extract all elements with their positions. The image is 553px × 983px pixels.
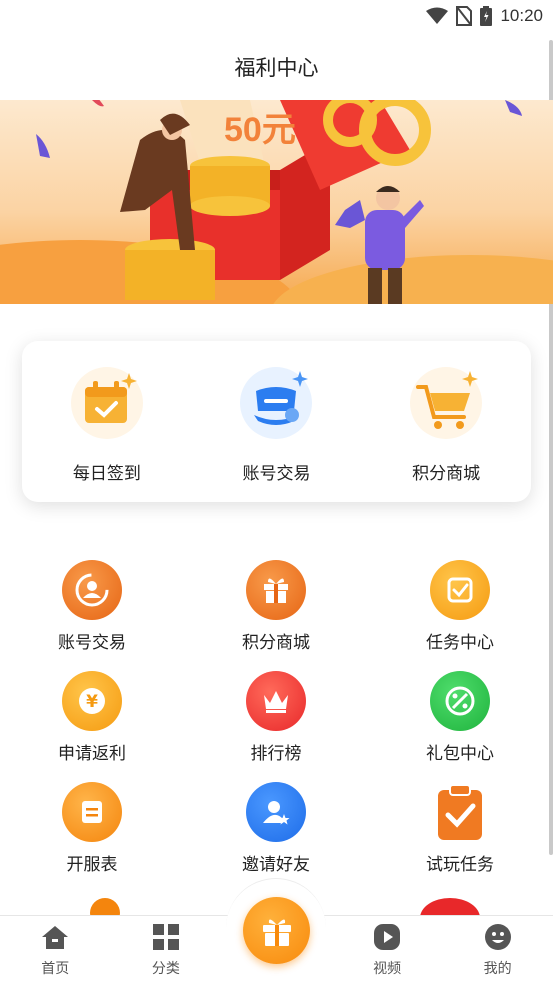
feature-label: 账号交易 — [242, 464, 311, 483]
server-list-icon — [62, 782, 122, 842]
grid-label: 邀请好友 — [242, 855, 310, 874]
grid-label: 积分商城 — [242, 633, 310, 652]
page-title: 福利中心 — [234, 57, 319, 80]
grid-label: 任务中心 — [426, 633, 494, 652]
gift-icon — [246, 560, 306, 620]
battery-icon — [480, 6, 493, 26]
header: 福利中心 — [0, 32, 553, 102]
category-grid-icon — [151, 922, 181, 952]
grid-item-invite-friends[interactable]: 邀请好友 — [184, 782, 368, 893]
status-time: 10:20 — [500, 6, 543, 25]
account-trade-icon — [238, 365, 314, 441]
grid-item-gift-center[interactable]: 礼包中心 — [368, 671, 552, 782]
feature-label: 积分商城 — [412, 464, 481, 483]
grid-item-points-mall[interactable]: 积分商城 — [184, 560, 368, 671]
grid-label: 礼包中心 — [426, 744, 494, 763]
feature-card: 每日签到 账号交易 积分商城 — [22, 341, 531, 502]
status-bar: 10:20 — [0, 0, 553, 32]
wifi-icon — [426, 7, 449, 24]
grid-label: 试玩任务 — [426, 855, 494, 874]
crown-icon — [246, 671, 306, 731]
tab-label: 首页 — [41, 960, 70, 976]
grid-label: 开服表 — [66, 855, 118, 874]
feature-points-mall[interactable]: 积分商城 — [371, 365, 521, 484]
feature-account-trade[interactable]: 账号交易 — [201, 365, 351, 484]
tab-category[interactable]: 分类 — [111, 916, 222, 983]
grid-row: ¥ 申请返利 排行榜 礼包中心 — [0, 671, 553, 782]
feature-label: 每日签到 — [72, 464, 141, 483]
coupon-icon — [430, 671, 490, 731]
tab-welfare-center[interactable] — [243, 897, 310, 964]
grid-item-apply-rebate[interactable]: ¥ 申请返利 — [0, 671, 184, 782]
grid-item-leaderboard[interactable]: 排行榜 — [184, 671, 368, 782]
grid-item-task-center[interactable]: 任务中心 — [368, 560, 552, 671]
clipboard-check-icon — [430, 782, 490, 842]
home-icon — [40, 922, 70, 952]
svg-text:¥: ¥ — [86, 692, 98, 712]
grid-item-trial-task[interactable]: 试玩任务 — [368, 782, 552, 893]
tab-label: 分类 — [151, 960, 180, 976]
yen-coin-icon: ¥ — [62, 671, 122, 731]
grid-label: 申请返利 — [58, 744, 126, 763]
grid-item-account-trade[interactable]: 账号交易 — [0, 560, 184, 671]
service-grid: 账号交易 积分商城 任务中心 ¥ 申请返利 排行榜 礼包中心 开服表 邀请好友 … — [0, 560, 553, 893]
tab-video[interactable]: 视频 — [332, 916, 443, 983]
tab-label: 我的 — [483, 960, 512, 976]
grid-item-server-list[interactable]: 开服表 — [0, 782, 184, 893]
no-sim-icon — [456, 6, 473, 26]
grid-label: 账号交易 — [58, 633, 126, 652]
calendar-check-icon — [69, 365, 145, 441]
grid-label: 排行榜 — [250, 744, 302, 763]
banner-amount: 50元 — [224, 111, 296, 149]
invite-user-icon — [246, 782, 306, 842]
video-play-icon — [372, 922, 402, 952]
tab-mine[interactable]: 我的 — [442, 916, 553, 983]
grid-row: 账号交易 积分商城 任务中心 — [0, 560, 553, 671]
shopping-cart-icon — [408, 365, 484, 441]
grid-row: 开服表 邀请好友 试玩任务 — [0, 782, 553, 893]
tab-label: 视频 — [373, 960, 402, 976]
gift-icon — [262, 918, 291, 946]
promo-banner[interactable]: 50元 — [0, 100, 553, 304]
tab-home[interactable]: 首页 — [0, 916, 111, 983]
feature-daily-checkin[interactable]: 每日签到 — [32, 365, 182, 484]
user-exchange-icon — [62, 560, 122, 620]
task-check-icon — [430, 560, 490, 620]
smiley-face-icon — [483, 922, 513, 952]
